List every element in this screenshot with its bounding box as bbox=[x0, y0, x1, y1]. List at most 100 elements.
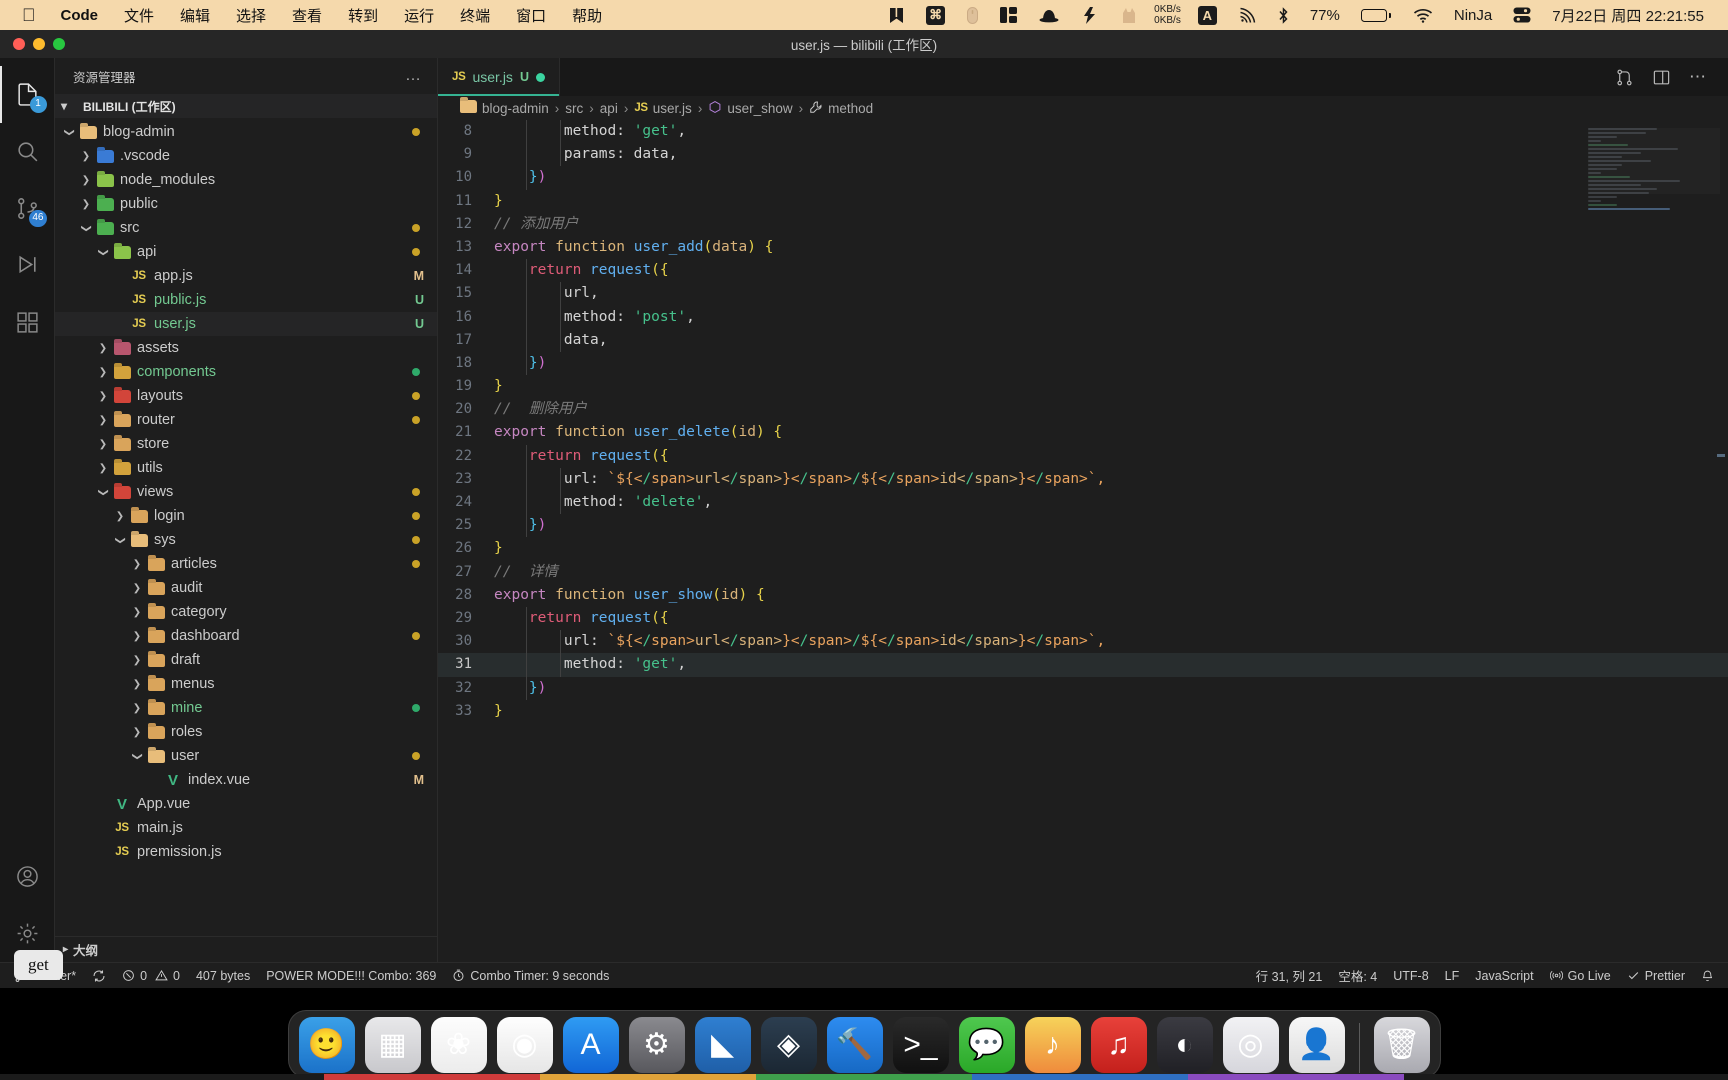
wifi-icon[interactable] bbox=[1402, 0, 1444, 30]
chevron-right-icon[interactable]: ❯ bbox=[112, 511, 128, 522]
airplay-icon[interactable] bbox=[1228, 0, 1267, 30]
chevron-right-icon[interactable]: ❯ bbox=[78, 199, 94, 210]
breadcrumb-item-api[interactable]: api bbox=[600, 101, 618, 116]
code-text[interactable]: url: `${</span>url</span>}</span>/${</sp… bbox=[494, 468, 1105, 491]
bluetooth-icon[interactable] bbox=[1267, 0, 1300, 30]
battery-percent[interactable]: 77% bbox=[1300, 7, 1350, 24]
chevron-right-icon[interactable]: ❯ bbox=[129, 679, 145, 690]
code-line[interactable]: 31 method: 'get', bbox=[438, 653, 1728, 677]
code-text[interactable]: export function user_add(data) { bbox=[494, 236, 773, 259]
activity-bar-item-accounts[interactable] bbox=[0, 848, 55, 905]
code-line[interactable]: 23 url: `${</span>url</span>}</span>/${<… bbox=[438, 467, 1728, 491]
status-prettier[interactable]: Prettier bbox=[1619, 963, 1693, 989]
tree-item-premission-js[interactable]: JS premission.js bbox=[55, 840, 438, 864]
status-notifications[interactable] bbox=[1693, 963, 1722, 989]
dock-item-netease-music[interactable]: ♫ bbox=[1090, 1017, 1147, 1073]
chevron-right-icon[interactable]: ❯ bbox=[78, 175, 94, 186]
code-line[interactable]: 15 url, bbox=[438, 282, 1728, 306]
more-actions-icon[interactable]: … bbox=[405, 67, 422, 85]
lightning-icon[interactable] bbox=[1070, 0, 1109, 30]
code-text[interactable]: // 删除用户 bbox=[494, 398, 587, 421]
chevron-right-icon[interactable]: ❯ bbox=[129, 703, 145, 714]
code-line[interactable]: 26} bbox=[438, 537, 1728, 560]
breadcrumb-item-file[interactable]: JS user.js bbox=[634, 101, 692, 116]
status-language-mode[interactable]: JavaScript bbox=[1467, 963, 1541, 989]
menu-item-file[interactable]: 文件 bbox=[111, 5, 167, 26]
code-line[interactable]: 33} bbox=[438, 700, 1728, 723]
chevron-right-icon[interactable]: ❯ bbox=[95, 367, 111, 378]
status-indentation[interactable]: 空格: 4 bbox=[1330, 963, 1385, 989]
dock-item-contacts[interactable]: 👤 bbox=[1288, 1017, 1345, 1073]
code-text[interactable]: }) bbox=[494, 514, 546, 537]
tree-item-dashboard[interactable]: ❯ dashboard bbox=[55, 624, 438, 648]
code-text[interactable]: return request({ bbox=[494, 445, 669, 468]
code-line[interactable]: 14 return request({ bbox=[438, 259, 1728, 283]
code-text[interactable]: url, bbox=[494, 282, 599, 305]
tree-item-login[interactable]: ❯ login bbox=[55, 504, 438, 528]
editor-tab-user-js[interactable]: JS user.js U bbox=[438, 58, 560, 96]
code-text[interactable]: // 添加用户 bbox=[494, 213, 578, 236]
tree-item-audit[interactable]: ❯ audit bbox=[55, 576, 438, 600]
activity-bar-item-explorer[interactable]: 1 bbox=[0, 66, 55, 123]
tree-item-public[interactable]: ❯ public bbox=[55, 192, 438, 216]
dock-item-keynote[interactable]: ◐ bbox=[1156, 1017, 1213, 1073]
tree-item-public-js[interactable]: JS public.js U bbox=[55, 288, 438, 312]
code-line[interactable]: 21 export function user_delete(id) { bbox=[438, 421, 1728, 444]
dock-item-visual-studio-code[interactable]: ◣ bbox=[694, 1017, 751, 1073]
dock-item-safari[interactable]: ◎ bbox=[1222, 1017, 1279, 1073]
activity-bar-item-extensions[interactable] bbox=[0, 294, 55, 351]
breadcrumb-item-src[interactable]: src bbox=[565, 101, 583, 116]
code-text[interactable]: method: 'get', bbox=[494, 120, 686, 143]
menu-item-selection[interactable]: 选择 bbox=[223, 5, 279, 26]
dock-item-qq-music[interactable]: ♪ bbox=[1024, 1017, 1081, 1073]
code-line[interactable]: 18 }) bbox=[438, 351, 1728, 376]
status-go-live[interactable]: Go Live bbox=[1542, 963, 1619, 989]
code-text[interactable]: url: `${</span>url</span>}</span>/${</sp… bbox=[494, 630, 1105, 653]
dock-item-terminal[interactable]: >_ bbox=[892, 1017, 949, 1073]
tree-item-src[interactable]: ❯ src bbox=[55, 216, 438, 240]
tree-item-roles[interactable]: ❯ roles bbox=[55, 720, 438, 744]
input-method-icon[interactable]: A bbox=[1187, 0, 1228, 30]
tree-item-layouts[interactable]: ❯ layouts bbox=[55, 384, 438, 408]
code-line[interactable]: 16 method: 'post', bbox=[438, 305, 1728, 329]
open-changes-icon[interactable] bbox=[1606, 58, 1643, 96]
menu-item-run[interactable]: 运行 bbox=[391, 5, 447, 26]
more-actions-icon[interactable]: ⋯ bbox=[1680, 58, 1716, 96]
control-center-icon[interactable] bbox=[1502, 0, 1542, 30]
tree-item-articles[interactable]: ❯ articles bbox=[55, 552, 438, 576]
status-cursor-position[interactable]: 行 31, 列 21 bbox=[1248, 963, 1331, 989]
code-text[interactable]: }) bbox=[494, 677, 546, 700]
breadcrumb-item-symbol-method[interactable]: method bbox=[809, 100, 873, 117]
tree-item-components[interactable]: ❯ components bbox=[55, 360, 438, 384]
layout-icon[interactable] bbox=[989, 0, 1028, 30]
code-text[interactable]: } bbox=[494, 537, 503, 560]
chevron-right-icon[interactable]: ❯ bbox=[95, 343, 111, 354]
split-editor-icon[interactable] bbox=[1643, 58, 1680, 96]
chevron-right-icon[interactable]: ❯ bbox=[95, 415, 111, 426]
tree-item-main-js[interactable]: JS main.js bbox=[55, 816, 438, 840]
tree-item-user[interactable]: ❯ user bbox=[55, 744, 438, 768]
status-encoding[interactable]: UTF-8 bbox=[1385, 963, 1436, 989]
activity-bar-item-search[interactable] bbox=[0, 123, 55, 180]
overview-ruler[interactable] bbox=[1714, 120, 1728, 962]
dock-item-finder[interactable]: 🙂 bbox=[298, 1017, 355, 1073]
dock-item-photos[interactable]: ❀ bbox=[430, 1017, 487, 1073]
tree-item-assets[interactable]: ❯ assets bbox=[55, 336, 438, 360]
chevron-right-icon[interactable]: ❯ bbox=[95, 463, 111, 474]
chevron-right-icon[interactable]: ❯ bbox=[129, 655, 145, 666]
menu-item-edit[interactable]: 编辑 bbox=[167, 5, 223, 26]
tree-item-app-js[interactable]: JS app.js M bbox=[55, 264, 438, 288]
command-key-icon[interactable]: ⌘ bbox=[915, 0, 956, 30]
code-line[interactable]: 20 // 删除用户 bbox=[438, 398, 1728, 421]
code-line[interactable]: 27 // 详情 bbox=[438, 561, 1728, 584]
code-text[interactable]: }) bbox=[494, 166, 546, 189]
status-eol[interactable]: LF bbox=[1437, 963, 1468, 989]
tree-item-draft[interactable]: ❯ draft bbox=[55, 648, 438, 672]
code-line[interactable]: 11} bbox=[438, 190, 1728, 213]
code-line[interactable]: 10 }) bbox=[438, 166, 1728, 190]
menu-item-terminal[interactable]: 终端 bbox=[447, 5, 503, 26]
chevron-right-icon[interactable]: ❯ bbox=[78, 151, 94, 162]
hat-icon[interactable] bbox=[1028, 0, 1070, 30]
outline-section-header[interactable]: ▸ 大纲 bbox=[55, 936, 438, 962]
code-text[interactable]: return request({ bbox=[494, 259, 669, 282]
